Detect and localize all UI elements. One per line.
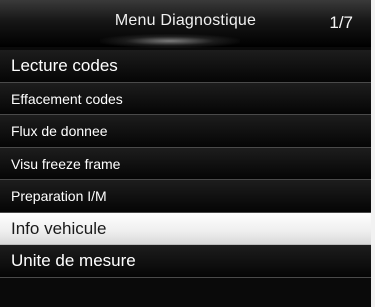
menu-item-preparation-im[interactable]: Preparation I/M <box>0 180 371 213</box>
menu-item-label: Effacement codes <box>11 90 123 107</box>
menu-item-label: Flux de donnee <box>11 123 108 139</box>
menu-item-label: Preparation I/M <box>11 188 107 204</box>
menu-item-label: Info vehicule <box>11 218 107 238</box>
menu-title: Menu Diagnostique <box>114 12 257 29</box>
page-indicator: 1/7 <box>329 13 353 32</box>
header-highlight <box>100 34 240 48</box>
menu-item-label: Unite de mesure <box>11 251 136 270</box>
menu-item-unite-de-mesure[interactable]: Unite de mesure <box>0 245 371 278</box>
menu-item-label: Lecture codes <box>11 56 118 75</box>
diagnostic-screen: Menu Diagnostique 1/7 Lecture codes Effa… <box>0 0 375 307</box>
menu-item-label: Visu freeze frame <box>11 155 121 172</box>
menu-header: Menu Diagnostique 1/7 <box>0 0 371 48</box>
menu-item-effacement-codes[interactable]: Effacement codes <box>0 82 371 115</box>
menu-item-info-vehicule[interactable]: Info vehicule <box>0 212 371 245</box>
menu-item-visu-freeze-frame[interactable]: Visu freeze frame <box>0 147 371 180</box>
menu-item-flux-de-donnee[interactable]: Flux de donnee <box>0 115 371 148</box>
diagnostic-menu: Lecture codes Effacement codes Flux de d… <box>0 50 371 278</box>
menu-item-lecture-codes[interactable]: Lecture codes <box>0 50 371 83</box>
